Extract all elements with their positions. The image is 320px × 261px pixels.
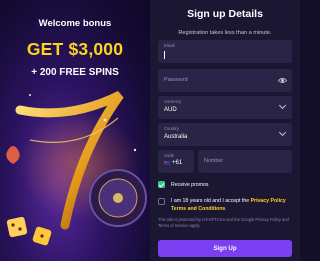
terms-row[interactable]: I am 18 years old and I accept the Priva… — [158, 197, 286, 213]
captcha-notice: This site is protected by reCAPTCHA and … — [158, 217, 289, 228]
currency-select[interactable]: Currency AUD — [158, 96, 292, 119]
bonus-amount: GET $3,000 — [26, 39, 124, 59]
receive-promos-checkbox[interactable] — [158, 181, 165, 188]
country-value: Australia — [164, 134, 188, 140]
country-select[interactable]: Country Australia — [158, 123, 292, 146]
eye-icon[interactable] — [278, 76, 287, 85]
signup-form: Sign up Details Registration takes less … — [150, 0, 300, 261]
number-placeholder: Number — [204, 158, 224, 164]
chevron-down-icon — [278, 128, 287, 137]
form-title: Sign up Details — [187, 8, 263, 20]
phone-code-select[interactable]: Code +61 — [158, 150, 194, 173]
password-placeholder: Password — [164, 77, 188, 83]
text-cursor — [164, 51, 165, 59]
country-label: Country — [164, 126, 179, 131]
privacy-policy-link[interactable]: Privacy Policy — [251, 198, 286, 204]
phone-number-input[interactable]: Number — [198, 150, 292, 173]
receive-promos-row[interactable]: Receive promos — [158, 181, 208, 190]
currency-value: AUD — [164, 107, 177, 113]
terms-text: I am 18 years old and I accept the Priva… — [171, 197, 286, 213]
code-label: Code — [164, 153, 175, 158]
form-subtitle: Registration takes less than a minute. — [178, 30, 272, 36]
australia-flag-icon — [164, 161, 170, 165]
password-field[interactable]: Password — [158, 69, 292, 92]
promo-header: Welcome bonus GET $3,000 + 200 FREE SPIN… — [0, 0, 150, 78]
terms-prefix: I am 18 years old and I accept the — [171, 198, 251, 204]
email-label: Email — [164, 43, 175, 48]
currency-label: Currency — [164, 99, 181, 104]
chevron-down-icon — [278, 101, 287, 110]
receive-promos-label: Receive promos — [171, 182, 209, 188]
promo-panel: Welcome bonus GET $3,000 + 200 FREE SPIN… — [0, 0, 150, 261]
promo-heading: Welcome bonus — [38, 18, 112, 29]
sign-up-button[interactable]: Sign Up — [158, 240, 292, 257]
signup-modal: Welcome bonus GET $3,000 + 200 FREE SPIN… — [0, 0, 300, 261]
terms-conditions-link[interactable]: Terms and Conditions — [171, 206, 225, 212]
email-field[interactable]: Email — [158, 40, 292, 63]
code-value: +61 — [172, 160, 183, 166]
terms-checkbox[interactable] — [158, 198, 165, 205]
free-spins-text: + 200 FREE SPINS — [31, 67, 119, 78]
